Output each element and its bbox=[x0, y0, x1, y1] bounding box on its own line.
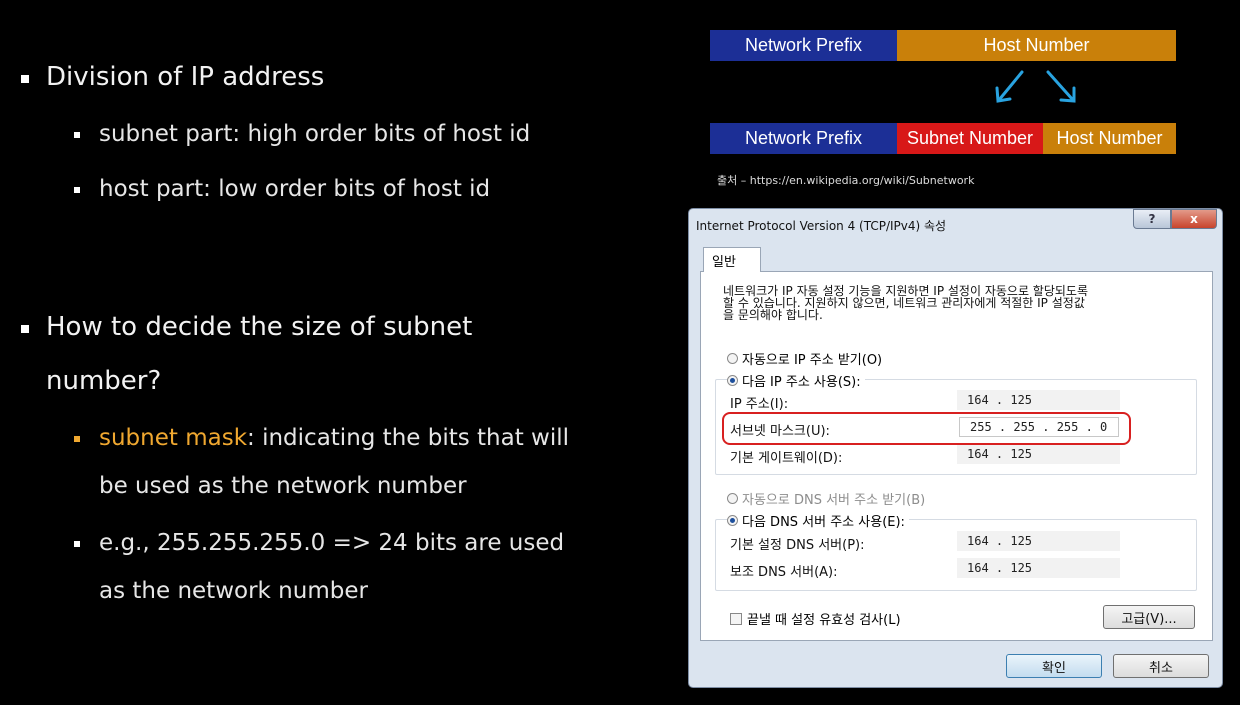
checkbox-label: 끝낼 때 설정 유효성 검사(L) bbox=[747, 613, 901, 628]
bullet-marker bbox=[74, 187, 80, 193]
bottom-host-number-box: Host Number bbox=[1043, 123, 1176, 154]
source-citation: 출처 – https://en.wikipedia.org/wiki/Subne… bbox=[717, 174, 975, 187]
split-arrows-icon bbox=[995, 70, 1076, 103]
bullet-text: subnet mask: indicating the bits that wi… bbox=[99, 414, 569, 510]
radio-circle-icon bbox=[727, 493, 738, 504]
radio-circle-icon bbox=[727, 353, 738, 364]
bullet-line: e.g., 255.255.255.0 => 24 bits are used bbox=[99, 530, 565, 556]
tab-general[interactable]: 일반 bbox=[703, 247, 761, 272]
bullet-text: Division of IP address bbox=[46, 62, 325, 92]
bullet-marker bbox=[74, 541, 80, 547]
bullet-marker bbox=[21, 75, 29, 83]
help-button[interactable]: ? bbox=[1133, 209, 1171, 229]
bullet-subnet-mask: subnet mask: indicating the bits that wi… bbox=[74, 425, 569, 510]
radio-auto-dns[interactable]: 자동으로 DNS 서버 주소 받기(B) bbox=[727, 489, 925, 508]
radio-label: 자동으로 DNS 서버 주소 받기(B) bbox=[742, 493, 926, 508]
gateway-label: 기본 게이트웨이(D): bbox=[730, 451, 843, 466]
radio-manual-dns[interactable]: 다음 DNS 서버 주소 사용(E): bbox=[727, 511, 909, 530]
preferred-dns-field[interactable]: 164 . 125 bbox=[957, 531, 1120, 551]
bottom-network-prefix-box: Network Prefix bbox=[710, 123, 897, 154]
cancel-button[interactable]: 취소 bbox=[1113, 654, 1209, 678]
ip-address-field[interactable]: 164 . 125 bbox=[957, 390, 1120, 410]
bullet-marker bbox=[74, 436, 80, 442]
radio-selected-icon bbox=[727, 515, 738, 526]
bullet-line: number? bbox=[46, 366, 162, 396]
bullet-example: e.g., 255.255.255.0 => 24 bits are used … bbox=[74, 530, 564, 615]
bullet-text: host part: low order bits of host id bbox=[99, 176, 491, 202]
checkbox-icon bbox=[730, 612, 742, 625]
preferred-dns-label: 기본 설정 DNS 서버(P): bbox=[730, 538, 865, 553]
bullet-marker bbox=[74, 132, 80, 138]
validate-checkbox[interactable]: 끝낼 때 설정 유효성 검사(L) bbox=[730, 609, 901, 628]
bullet-text: subnet part: high order bits of host id bbox=[99, 121, 531, 147]
alternate-dns-label: 보조 DNS 서버(A): bbox=[730, 565, 838, 580]
radio-label: 다음 IP 주소 사용(S): bbox=[742, 375, 861, 390]
description-line: 을 문의해야 합니다. bbox=[723, 308, 823, 322]
subnet-mask-highlight bbox=[722, 412, 1131, 445]
dialog-title: Internet Protocol Version 4 (TCP/IPv4) 속… bbox=[696, 219, 947, 233]
bullet-line: be used as the network number bbox=[99, 473, 467, 499]
ip-address-label: IP 주소(I): bbox=[730, 397, 789, 412]
gateway-field[interactable]: 164 . 125 bbox=[957, 444, 1120, 464]
bullet-text: e.g., 255.255.255.0 => 24 bits are used … bbox=[99, 519, 564, 615]
ipv4-properties-dialog: Internet Protocol Version 4 (TCP/IPv4) 속… bbox=[688, 208, 1223, 688]
bullet-subnet-size: How to decide the size of subnet number? bbox=[21, 312, 472, 408]
ok-button[interactable]: 확인 bbox=[1006, 654, 1102, 678]
advanced-button[interactable]: 고급(V)... bbox=[1103, 605, 1195, 629]
bullet-marker bbox=[21, 325, 29, 333]
radio-selected-icon bbox=[727, 375, 738, 386]
radio-label: 다음 DNS 서버 주소 사용(E): bbox=[742, 515, 905, 530]
highlight-term: subnet mask bbox=[99, 425, 248, 451]
radio-label: 자동으로 IP 주소 받기(O) bbox=[742, 353, 883, 368]
top-network-prefix-box: Network Prefix bbox=[710, 30, 897, 61]
bullet-subnet-part: subnet part: high order bits of host id bbox=[74, 121, 530, 158]
bullet-text: How to decide the size of subnet number? bbox=[46, 300, 472, 408]
radio-auto-ip[interactable]: 자동으로 IP 주소 받기(O) bbox=[727, 349, 882, 368]
bullet-division: Division of IP address bbox=[21, 62, 324, 104]
radio-manual-ip[interactable]: 다음 IP 주소 사용(S): bbox=[727, 371, 865, 390]
close-button[interactable]: x bbox=[1171, 209, 1217, 229]
bullet-host-part: host part: low order bits of host id bbox=[74, 176, 490, 213]
subnet-number-box: Subnet Number bbox=[897, 123, 1043, 154]
dialog-description: 네트워크가 IP 자동 설정 기능을 지원하면 IP 설정이 자동으로 할당되도… bbox=[723, 285, 1193, 321]
bullet-line: How to decide the size of subnet bbox=[46, 312, 473, 342]
bullet-line: : indicating the bits that will bbox=[247, 425, 570, 451]
bullet-line: as the network number bbox=[99, 578, 368, 604]
top-host-number-box: Host Number bbox=[897, 30, 1176, 61]
alternate-dns-field[interactable]: 164 . 125 bbox=[957, 558, 1120, 578]
